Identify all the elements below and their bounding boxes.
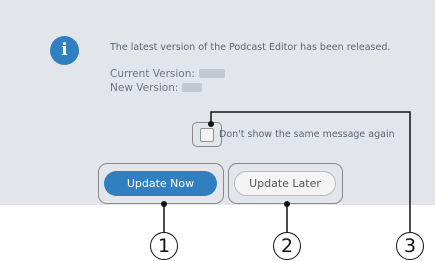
- callout-number-3: 3: [396, 232, 424, 260]
- callout-lines: [161, 111, 411, 232]
- callout-line-3: [210, 111, 411, 232]
- callout-dot-1: [161, 201, 167, 207]
- callout-dot-2: [284, 201, 290, 207]
- callout-dot-3: [208, 121, 214, 127]
- callout-number-1: 1: [150, 232, 178, 260]
- callout-number-2: 2: [273, 232, 301, 260]
